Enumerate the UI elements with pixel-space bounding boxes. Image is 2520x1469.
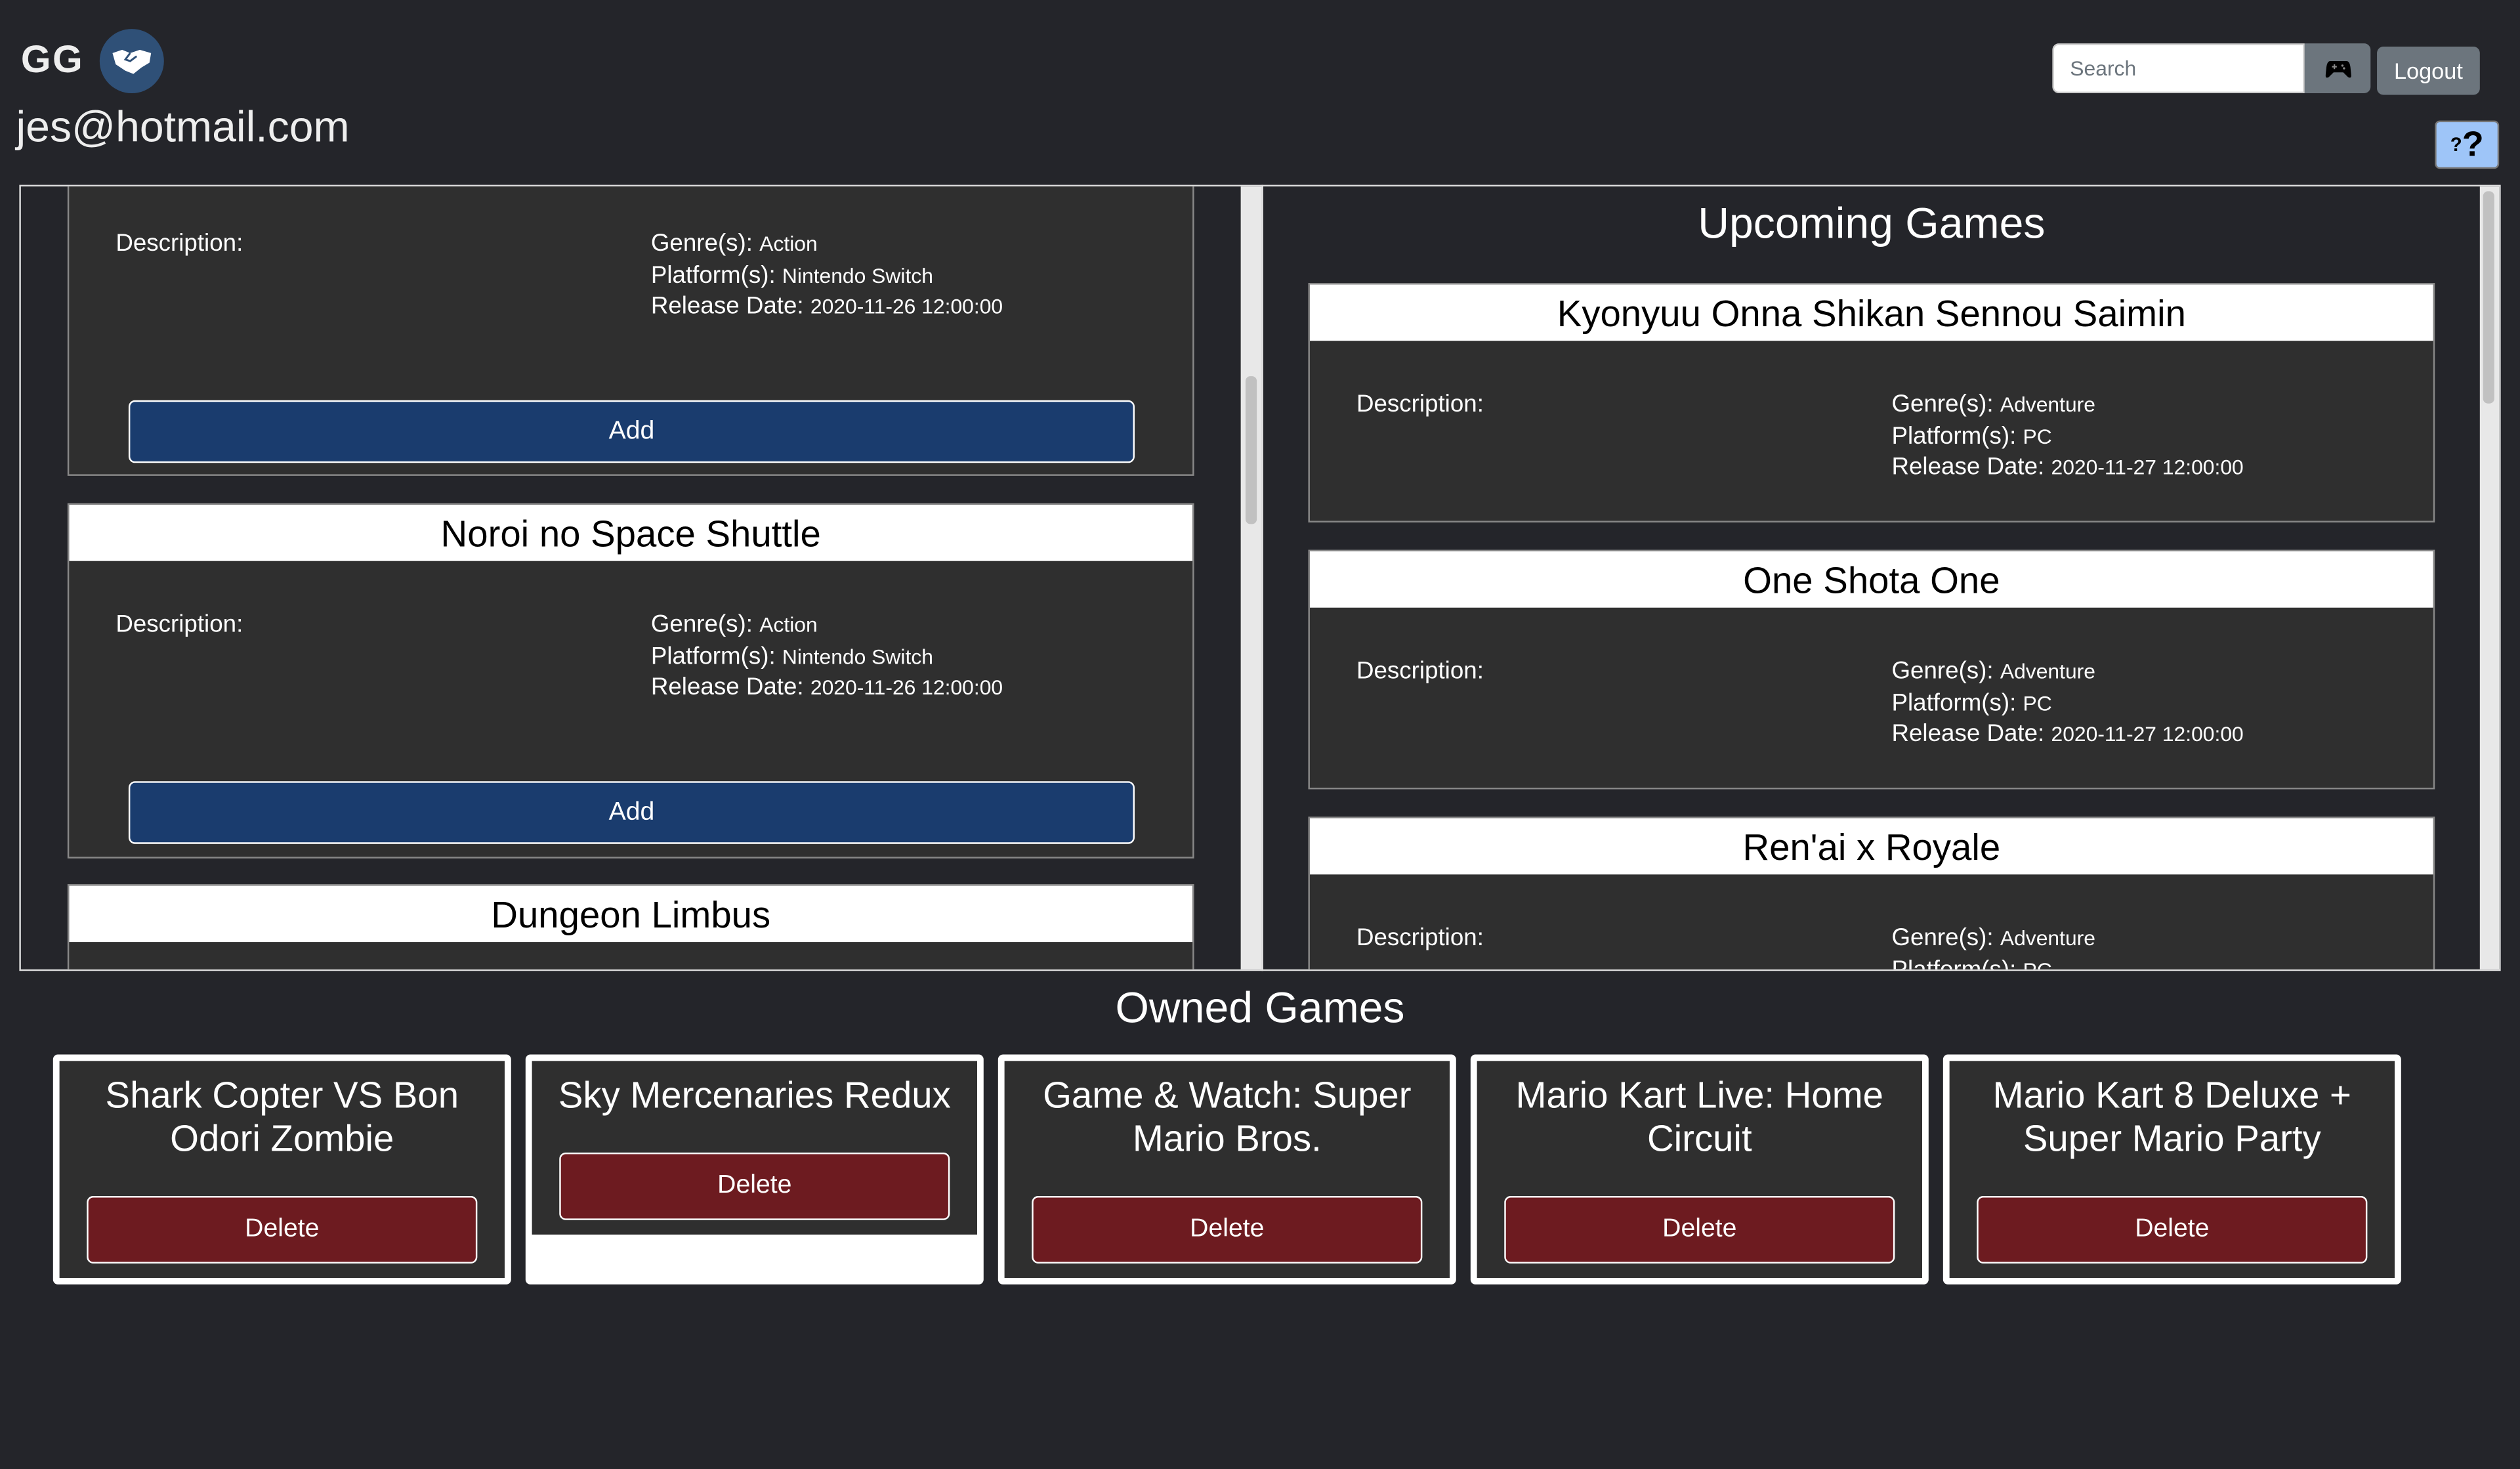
scrollbar[interactable] <box>1240 186 1262 969</box>
game-title: Dungeon Limbus <box>69 885 1193 943</box>
release-label: Release Date: <box>1891 453 2045 481</box>
owned-title: Owned Games <box>1115 983 1405 1033</box>
logout-button[interactable]: Logout <box>2377 47 2480 95</box>
delete-button[interactable]: Delete <box>1977 1196 2368 1264</box>
platform-value: PC <box>2023 690 2052 715</box>
search-results-panel: Description: Genre(s): Action Platform(s… <box>19 184 1263 971</box>
release-value: 2020-11-26 12:00:00 <box>810 675 1003 700</box>
game-info: Genre(s): Action Platform(s): Nintendo S… <box>651 228 1003 322</box>
game-title: Mario Kart 8 Deluxe + Super Mario Party <box>1992 1073 2351 1159</box>
game-card: Noroi no Space Shuttle Description: Genr… <box>67 503 1194 859</box>
question-icon: ? <box>2450 133 2462 156</box>
genres-label: Genre(s): <box>1891 924 1994 952</box>
add-button[interactable]: Add <box>128 400 1135 463</box>
genre-value: Adventure <box>2000 926 2095 950</box>
release-label: Release Date: <box>650 292 804 320</box>
owned-game-card: Mario Kart Live: Home Circuit Delete <box>1470 1054 1929 1285</box>
owned-game-card: Shark Copter VS Bon Odori Zombie Delete <box>52 1054 511 1285</box>
description-label: Description: <box>116 610 243 639</box>
description-label: Description: <box>1356 657 1484 685</box>
logo-text[interactable]: GG <box>21 39 84 84</box>
upcoming-title: Upcoming Games <box>1698 199 2046 248</box>
genres-label: Genre(s): <box>650 230 753 257</box>
game-title: Sky Mercenaries Redux <box>558 1073 951 1116</box>
genre-value: Action <box>759 231 818 256</box>
game-card: Description: Genre(s): Action Platform(s… <box>67 186 1194 476</box>
handshake-icon[interactable] <box>99 29 164 94</box>
game-card: One Shota One Description: Genre(s): Adv… <box>1308 549 2435 790</box>
platforms-label: Platform(s): <box>1891 955 2017 971</box>
game-title: Kyonyuu Onna Shikan Sennou Saimin <box>1309 284 2433 341</box>
release-value: 2020-11-27 12:00:00 <box>2051 455 2244 479</box>
genres-label: Genre(s): <box>1891 657 1994 685</box>
platform-value: Nintendo Switch <box>782 643 933 668</box>
owned-game-card: Mario Kart 8 Deluxe + Super Mario Party … <box>1942 1054 2401 1285</box>
release-value: 2020-11-26 12:00:00 <box>810 294 1003 318</box>
game-card: Kyonyuu Onna Shikan Sennou Saimin Descri… <box>1308 283 2435 522</box>
owned-game-card: Game & Watch: Super Mario Bros. Delete <box>998 1054 1456 1285</box>
search-button[interactable] <box>2304 43 2371 94</box>
game-card: Ren'ai x Royale Description: Genre(s): A… <box>1308 817 2435 971</box>
platform-value: Nintendo Switch <box>782 263 933 287</box>
genres-label: Genre(s): <box>1891 391 1994 418</box>
delete-button[interactable]: Delete <box>87 1196 478 1264</box>
game-title: Mario Kart Live: Home Circuit <box>1515 1073 1883 1159</box>
game-info: Genre(s): Action Platform(s): Nintendo S… <box>651 609 1003 703</box>
user-email: jes@hotmail.com <box>16 102 350 152</box>
release-label: Release Date: <box>650 673 804 701</box>
upcoming-games-panel: Upcoming Games Kyonyuu Onna Shikan Senno… <box>1261 184 2501 971</box>
game-title: Shark Copter VS Bon Odori Zombie <box>105 1073 459 1159</box>
platforms-label: Platform(s): <box>650 261 776 289</box>
release-value: 2020-11-27 12:00:00 <box>2051 721 2244 746</box>
game-info: Genre(s): Adventure Platform(s): PC Rele… <box>1891 389 2243 483</box>
gamepad-icon <box>2324 60 2351 77</box>
description-label: Description: <box>1356 924 1484 952</box>
game-info: Genre(s): Adventure Platform(s): PC Rele… <box>1891 656 2243 750</box>
description-label: Description: <box>116 230 243 257</box>
platforms-label: Platform(s): <box>650 642 776 670</box>
scrollbar[interactable] <box>2479 186 2500 969</box>
game-title: Ren'ai x Royale <box>1309 818 2433 875</box>
game-card: Dungeon Limbus <box>67 884 1194 969</box>
platforms-label: Platform(s): <box>1891 689 2017 717</box>
platform-value: PC <box>2023 957 2052 971</box>
game-title: Noroi no Space Shuttle <box>69 504 1193 561</box>
delete-button[interactable]: Delete <box>1032 1196 1423 1264</box>
help-button[interactable]: ?? <box>2435 120 2500 169</box>
platforms-label: Platform(s): <box>1891 421 2017 450</box>
genre-value: Action <box>759 612 818 637</box>
genre-value: Adventure <box>2000 659 2095 683</box>
genres-label: Genre(s): <box>650 610 753 639</box>
delete-button[interactable]: Delete <box>1504 1196 1895 1264</box>
description-label: Description: <box>1356 391 1484 418</box>
search-input[interactable] <box>2052 43 2305 94</box>
owned-game-card: Sky Mercenaries Redux Delete <box>525 1054 984 1285</box>
game-info: Genre(s): Adventure Platform(s): PC <box>1891 923 2095 971</box>
release-label: Release Date: <box>1891 720 2045 748</box>
delete-button[interactable]: Delete <box>559 1152 950 1220</box>
genre-value: Adventure <box>2000 392 2095 417</box>
platform-value: PC <box>2023 423 2052 448</box>
game-title: One Shota One <box>1309 551 2433 608</box>
game-title: Game & Watch: Super Mario Bros. <box>1043 1073 1412 1159</box>
add-button[interactable]: Add <box>128 781 1135 844</box>
